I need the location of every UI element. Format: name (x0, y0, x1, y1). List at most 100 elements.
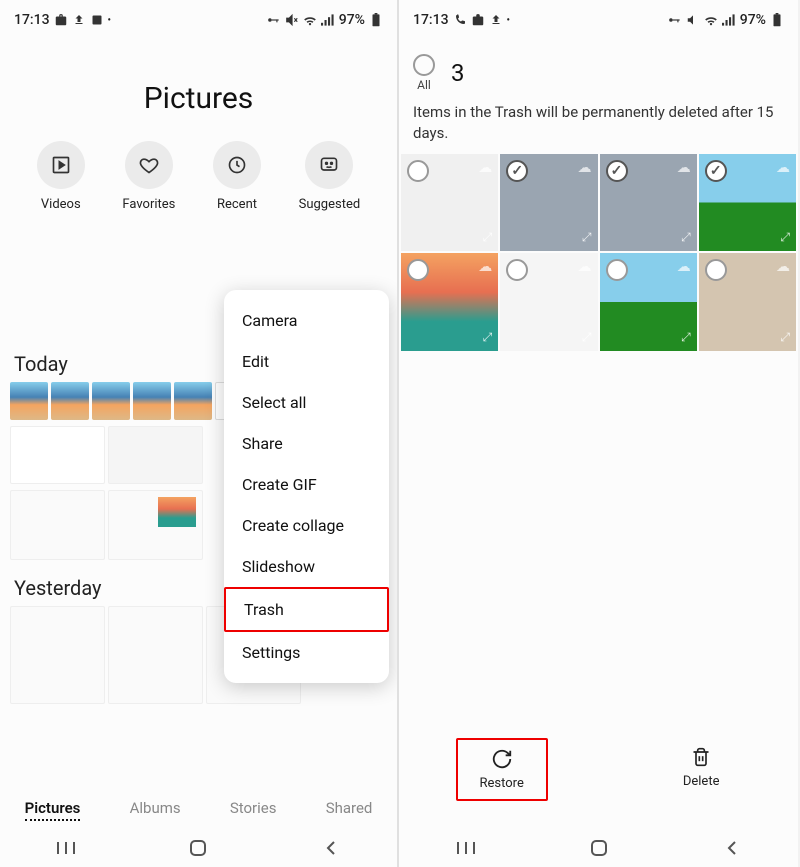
photo-thumb[interactable] (10, 426, 105, 484)
nav-home[interactable] (186, 836, 210, 860)
trash-thumb[interactable]: ☁ ⤢ (699, 154, 796, 251)
cloud-icon: ☁ (578, 160, 592, 176)
phone-right: 17:13 • 97% (399, 0, 798, 867)
trash-thumb[interactable]: ☁ ⤢ (401, 253, 498, 350)
photo-thumb[interactable] (108, 606, 203, 704)
nav-back[interactable] (319, 836, 343, 860)
photo-thumb[interactable] (10, 490, 105, 560)
select-circle[interactable] (705, 259, 727, 281)
quick-label: Suggested (299, 197, 361, 212)
wifi-icon (704, 13, 718, 27)
tab-shared[interactable]: Shared (326, 799, 373, 821)
photo-thumb[interactable] (133, 382, 171, 420)
photo-thumb[interactable] (108, 490, 203, 560)
bag-icon (471, 13, 485, 27)
select-circle[interactable] (705, 160, 727, 182)
upload-icon (72, 13, 86, 27)
photo-thumb[interactable] (108, 426, 203, 484)
quick-label: Recent (217, 197, 257, 212)
mute-icon (285, 13, 299, 27)
trash-thumb[interactable]: ☁ ⤢ (600, 154, 697, 251)
battery-icon (770, 13, 784, 27)
select-circle[interactable] (506, 160, 528, 182)
delete-label: Delete (683, 774, 720, 789)
expand-icon: ⤢ (780, 230, 790, 245)
cloud-icon: ☁ (677, 259, 691, 275)
vpn-icon (668, 13, 682, 27)
battery-text: 97% (339, 12, 365, 28)
menu-share[interactable]: Share (224, 423, 389, 464)
select-circle[interactable] (606, 259, 628, 281)
select-circle[interactable] (407, 160, 429, 182)
status-dot: • (507, 15, 511, 26)
tab-albums[interactable]: Albums (130, 799, 181, 821)
battery-text: 97% (740, 12, 766, 28)
cloud-icon: ☁ (776, 259, 790, 275)
nav-back[interactable] (720, 836, 744, 860)
menu-create-gif[interactable]: Create GIF (224, 464, 389, 505)
expand-icon: ⤢ (483, 230, 493, 245)
photo-thumb[interactable] (51, 382, 89, 420)
trash-thumb[interactable]: ☁ ⤢ (600, 253, 697, 350)
photo-thumb[interactable] (174, 382, 212, 420)
status-bar: 17:13 • 97% (399, 0, 798, 36)
cloud-icon: ☁ (776, 160, 790, 176)
photo-thumb[interactable] (10, 606, 105, 704)
select-circle[interactable] (506, 259, 528, 281)
menu-settings[interactable]: Settings (224, 632, 389, 673)
signal-icon (722, 13, 736, 27)
expand-icon: ⤢ (681, 230, 691, 245)
trash-icon (691, 746, 711, 768)
page-title: Pictures (0, 81, 397, 116)
upload-icon (489, 13, 503, 27)
menu-create-collage[interactable]: Create collage (224, 505, 389, 546)
nav-home[interactable] (587, 836, 611, 860)
trash-thumb[interactable]: ☁ ⤢ (500, 253, 597, 350)
expand-icon: ⤢ (780, 330, 790, 345)
selected-count: 3 (451, 59, 465, 87)
vpn-icon (267, 13, 281, 27)
menu-trash[interactable]: Trash (224, 587, 389, 632)
status-bar: 17:13 • 97% (0, 0, 397, 36)
trash-thumb[interactable]: ☁ ⤢ (401, 154, 498, 251)
nav-recents[interactable] (54, 836, 78, 860)
quick-recent[interactable]: Recent (213, 141, 261, 212)
quick-row: Videos Favorites Recent Suggested (0, 141, 397, 232)
nav-recents[interactable] (454, 836, 478, 860)
wifi-icon (303, 13, 317, 27)
overflow-menu: Camera Edit Select all Share Create GIF … (224, 290, 389, 683)
quick-label: Favorites (122, 197, 175, 212)
menu-slideshow[interactable]: Slideshow (224, 546, 389, 587)
cloud-icon: ☁ (478, 160, 492, 176)
menu-select-all[interactable]: Select all (224, 382, 389, 423)
cloud-icon: ☁ (578, 259, 592, 275)
tab-pictures[interactable]: Pictures (25, 799, 81, 821)
photo-thumb[interactable] (10, 382, 48, 420)
mute-icon (686, 13, 700, 27)
status-time: 17:13 (14, 12, 50, 28)
cloud-icon: ☁ (677, 160, 691, 176)
trash-thumb[interactable]: ☁ ⤢ (500, 154, 597, 251)
select-all-circle[interactable] (413, 54, 435, 76)
menu-edit[interactable]: Edit (224, 341, 389, 382)
all-label: All (417, 78, 431, 92)
phone-icon (453, 13, 467, 27)
restore-button[interactable]: Restore (456, 738, 548, 801)
nav-bar (399, 829, 798, 867)
trash-thumb[interactable]: ☁ ⤢ (699, 253, 796, 350)
delete-button[interactable]: Delete (661, 738, 742, 801)
cloud-icon: ☁ (478, 259, 492, 275)
quick-favorites[interactable]: Favorites (122, 141, 175, 212)
quick-videos[interactable]: Videos (37, 141, 85, 212)
battery-icon (369, 13, 383, 27)
tab-stories[interactable]: Stories (230, 799, 277, 821)
select-circle[interactable] (606, 160, 628, 182)
bottom-tabs: Pictures Albums Stories Shared (0, 791, 397, 829)
trash-info-text: Items in the Trash will be permanently d… (399, 98, 798, 154)
select-circle[interactable] (407, 259, 429, 281)
menu-camera[interactable]: Camera (224, 300, 389, 341)
image-icon (90, 13, 104, 27)
trash-header: All 3 (399, 36, 798, 98)
quick-suggested[interactable]: Suggested (299, 141, 361, 212)
photo-thumb[interactable] (92, 382, 130, 420)
